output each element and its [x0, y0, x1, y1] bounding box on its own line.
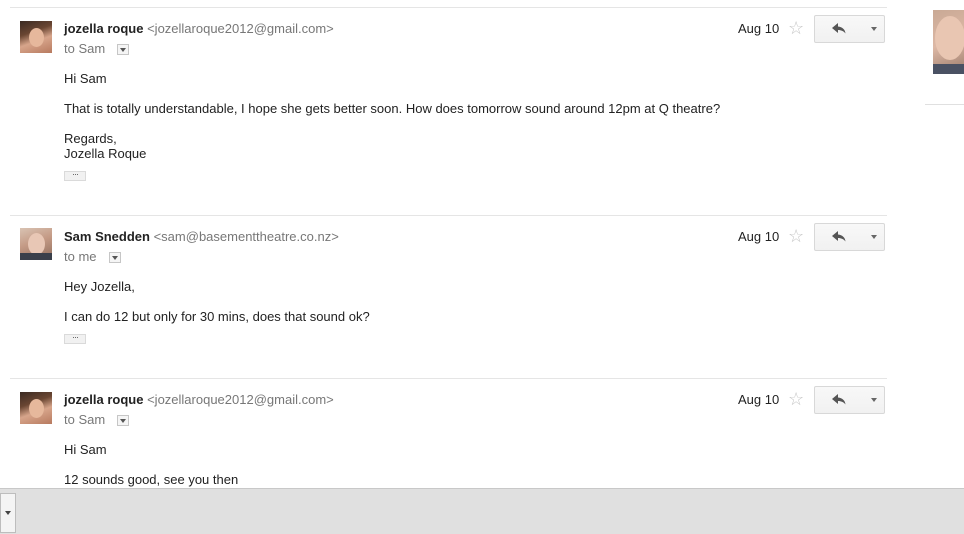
more-options-button[interactable] [864, 15, 885, 43]
body-line: Hi Sam [64, 71, 107, 86]
bottom-dropdown-button[interactable] [0, 493, 16, 533]
star-icon[interactable]: ☆ [788, 19, 804, 37]
more-options-button[interactable] [864, 223, 885, 251]
sender-avatar[interactable] [20, 392, 52, 424]
body-line: That is totally understandable, I hope s… [64, 101, 721, 116]
show-details-icon[interactable] [108, 252, 121, 264]
sender-name[interactable]: jozella roque [64, 392, 143, 407]
body-line: Hey Jozella, [64, 279, 135, 294]
reply-button[interactable] [814, 223, 865, 251]
show-trimmed-content-button[interactable]: ··· [64, 333, 86, 344]
message-date: Aug 10 [738, 229, 780, 244]
reply-button[interactable] [814, 386, 865, 414]
sidebar-divider [925, 104, 964, 105]
reply-button-group [814, 386, 886, 414]
contact-avatar[interactable] [933, 10, 964, 74]
reply-button-group [814, 15, 886, 43]
message-card: jozella roque <jozellaroque2012@gmail.co… [10, 7, 887, 216]
sender-name[interactable]: Sam Snedden [64, 229, 150, 244]
show-trimmed-content-button[interactable]: ··· [64, 170, 86, 181]
recipient-line: to Sam [64, 412, 130, 427]
sender-line: jozella roque <jozellaroque2012@gmail.co… [64, 392, 334, 407]
sender-email: <sam@basementtheatre.co.nz> [153, 229, 339, 244]
reply-arrow-icon [832, 23, 846, 34]
body-line: Jozella Roque [64, 146, 147, 161]
reply-button-group [814, 223, 886, 251]
show-details-icon[interactable] [117, 415, 130, 427]
sender-line: jozella roque <jozellaroque2012@gmail.co… [64, 21, 334, 36]
body-line: 12 sounds good, see you then [64, 472, 239, 487]
message-card: jozella roque <jozellaroque2012@gmail.co… [10, 378, 887, 489]
recipient-label: to me [64, 249, 97, 264]
body-line: Hi Sam [64, 442, 107, 457]
sender-avatar[interactable] [20, 228, 52, 260]
recipient-label: to Sam [64, 412, 106, 427]
reply-arrow-icon [832, 394, 846, 405]
message-date: Aug 10 [738, 21, 780, 36]
show-details-icon[interactable] [117, 44, 130, 56]
bottom-panel [0, 488, 964, 534]
star-icon[interactable]: ☆ [788, 227, 804, 245]
recipient-label: to Sam [64, 41, 106, 56]
sender-email: <jozellaroque2012@gmail.com> [147, 392, 334, 407]
message-body: Hey Jozella, I can do 12 but only for 30… [64, 279, 844, 339]
reply-arrow-icon [832, 231, 846, 242]
recipient-line: to me [64, 249, 121, 264]
body-line: I can do 12 but only for 30 mins, does t… [64, 309, 370, 324]
more-options-button[interactable] [864, 386, 885, 414]
message-body: Hi Sam That is totally understandable, I… [64, 71, 844, 161]
reply-button[interactable] [814, 15, 865, 43]
body-line: Regards, [64, 131, 117, 146]
star-icon[interactable]: ☆ [788, 390, 804, 408]
sender-line: Sam Snedden <sam@basementtheatre.co.nz> [64, 229, 339, 244]
sender-email: <jozellaroque2012@gmail.com> [147, 21, 334, 36]
sender-name[interactable]: jozella roque [64, 21, 143, 36]
recipient-line: to Sam [64, 41, 130, 56]
message-date: Aug 10 [738, 392, 780, 407]
sender-avatar[interactable] [20, 21, 52, 53]
message-card: Sam Snedden <sam@basementtheatre.co.nz> … [10, 215, 887, 379]
